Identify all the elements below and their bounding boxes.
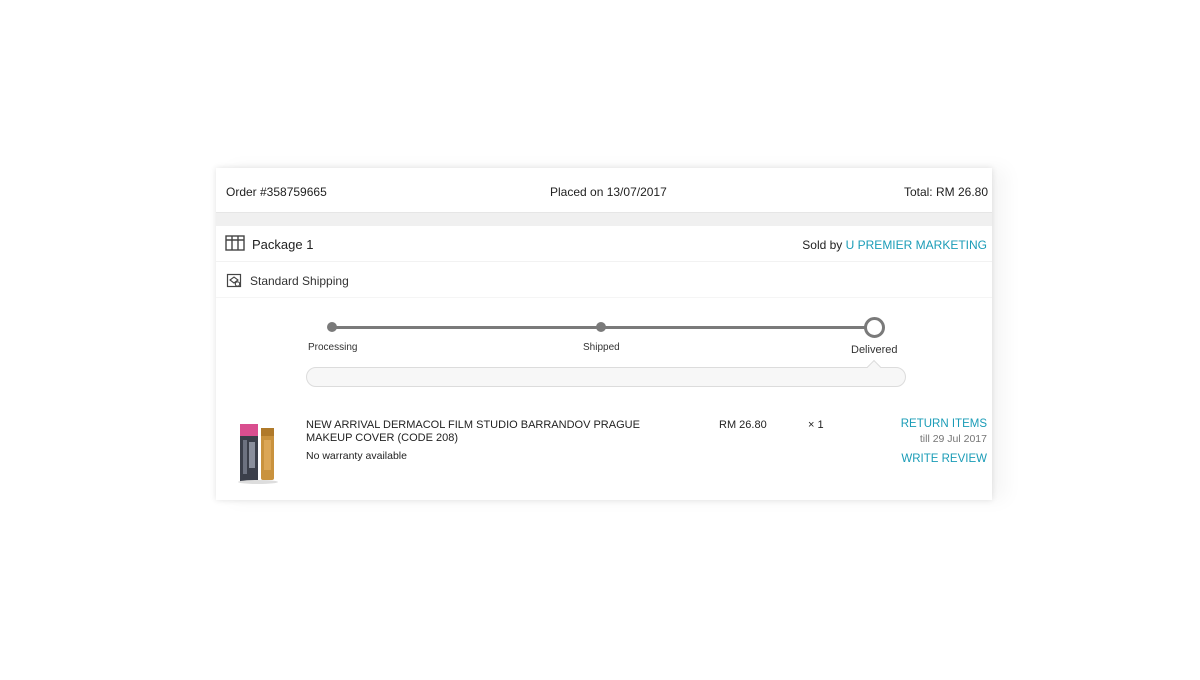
package-header: Package 1 Sold by U PREMIER MARKETING bbox=[216, 226, 992, 262]
package-icon bbox=[225, 235, 245, 251]
delivery-tracker: Processing Shipped Delivered bbox=[306, 316, 906, 391]
return-deadline: till 29 Jul 2017 bbox=[919, 433, 987, 445]
status-detail-bar bbox=[306, 367, 906, 387]
order-card: Order #358759665 Placed on 13/07/2017 To… bbox=[216, 168, 992, 500]
section-divider bbox=[216, 212, 992, 226]
product-name[interactable]: NEW ARRIVAL DERMACOL FILM STUDIO BARRAND… bbox=[306, 419, 676, 445]
step-processing-dot bbox=[327, 322, 337, 332]
step-shipped-dot bbox=[596, 322, 606, 332]
order-header: Order #358759665 Placed on 13/07/2017 To… bbox=[216, 168, 992, 212]
item-price: RM 26.80 bbox=[719, 419, 767, 431]
shipping-method: Standard Shipping bbox=[250, 274, 349, 288]
product-image[interactable] bbox=[234, 418, 282, 484]
warranty-info: No warranty available bbox=[306, 450, 407, 462]
return-items-link[interactable]: RETURN ITEMS bbox=[901, 418, 987, 430]
sold-by-label: Sold by bbox=[802, 238, 846, 252]
order-number: Order #358759665 bbox=[226, 185, 327, 199]
order-total: Total: RM 26.80 bbox=[903, 185, 988, 199]
order-placed-date: Placed on 13/07/2017 bbox=[550, 185, 667, 199]
seller-link[interactable]: U PREMIER MARKETING bbox=[846, 238, 987, 252]
sold-by: Sold by U PREMIER MARKETING bbox=[802, 238, 987, 252]
step-delivered-dot bbox=[864, 317, 885, 338]
item-quantity: × 1 bbox=[808, 419, 824, 431]
step-processing-label: Processing bbox=[308, 342, 358, 353]
shipping-icon bbox=[226, 273, 242, 288]
write-review-link[interactable]: WRITE REVIEW bbox=[901, 453, 987, 465]
shipping-method-row: Standard Shipping bbox=[216, 262, 992, 298]
step-delivered-label: Delivered bbox=[851, 344, 898, 356]
package-title: Package 1 bbox=[252, 237, 314, 252]
step-shipped-label: Shipped bbox=[583, 342, 620, 353]
order-item: NEW ARRIVAL DERMACOL FILM STUDIO BARRAND… bbox=[216, 408, 992, 488]
